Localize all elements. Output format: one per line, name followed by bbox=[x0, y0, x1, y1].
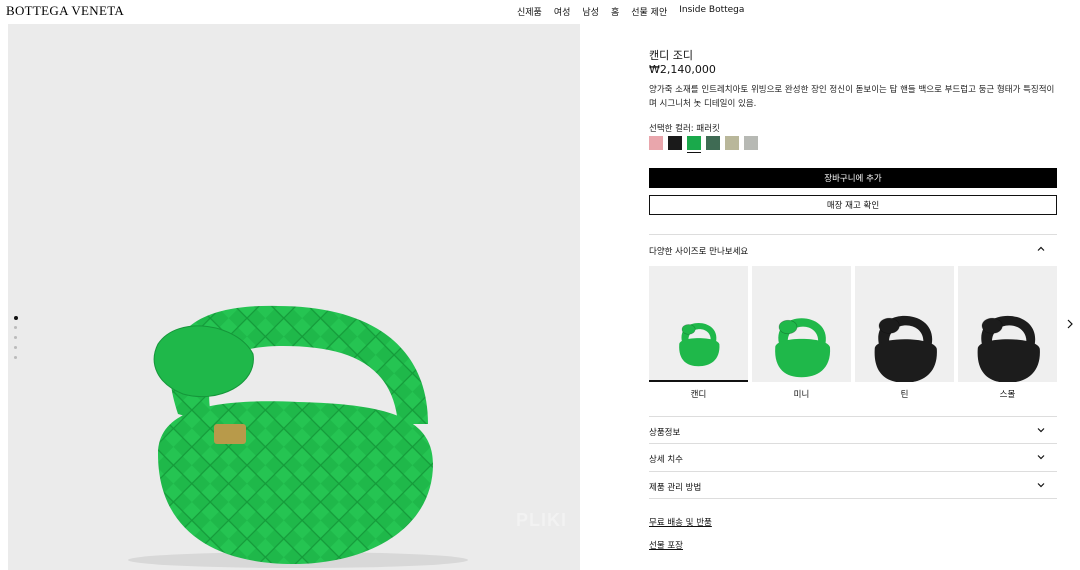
accordion-dimensions[interactable]: 상세 치수 bbox=[649, 451, 1057, 467]
divider bbox=[649, 234, 1057, 235]
nav-new-arrivals[interactable]: 신제품 bbox=[517, 5, 542, 18]
gallery-dots bbox=[14, 316, 18, 366]
size-thumbnail bbox=[649, 266, 748, 382]
gallery-dot[interactable] bbox=[14, 356, 17, 359]
size-label: 캔디 bbox=[690, 390, 707, 400]
chevron-down-icon bbox=[1037, 483, 1045, 488]
product-title: 캔디 조디 bbox=[649, 49, 693, 62]
brand-logo[interactable]: BOTTEGA VENETA bbox=[6, 3, 124, 19]
bag-thumbnail-image bbox=[775, 318, 831, 378]
chevron-up-icon bbox=[1037, 246, 1045, 251]
check-store-stock-button[interactable]: 매장 재고 확인 bbox=[649, 195, 1057, 215]
accordion-product-info[interactable]: 상품정보 bbox=[649, 424, 1057, 440]
size-thumbnail bbox=[958, 266, 1057, 382]
sizes-accordion-header[interactable]: 다양한 사이즈로 만나보세요 bbox=[649, 243, 1057, 259]
color-swatch-grey[interactable] bbox=[744, 136, 758, 150]
green-woven-handbag-image bbox=[128, 305, 468, 568]
size-label: 미니 bbox=[793, 390, 810, 400]
chevron-down-icon bbox=[1037, 455, 1045, 460]
color-swatch-black[interactable] bbox=[668, 136, 682, 150]
main-nav: 신제품 여성 남성 홈 선물 제안 Inside Bottega bbox=[517, 5, 744, 18]
add-to-cart-button[interactable]: 장바구니에 추가 bbox=[649, 168, 1057, 188]
free-shipping-link[interactable]: 무료 배송 및 반품 bbox=[649, 516, 712, 528]
size-label: 스몰 bbox=[999, 390, 1016, 400]
watermark: PLIKI bbox=[516, 510, 568, 530]
size-option-teen[interactable]: 틴 bbox=[855, 266, 954, 406]
nav-inside-bottega[interactable]: Inside Bottega bbox=[679, 5, 744, 18]
bag-thumbnail-image bbox=[977, 315, 1040, 382]
size-option-mini[interactable]: 미니 bbox=[752, 266, 851, 406]
nav-home[interactable]: 홈 bbox=[611, 5, 619, 18]
nav-gifts[interactable]: 선물 제안 bbox=[631, 5, 667, 18]
size-thumbnail bbox=[855, 266, 954, 382]
gallery-dot[interactable] bbox=[14, 346, 17, 349]
size-options: 캔디 미니 틴 스몰 bbox=[649, 266, 1057, 406]
accordion-label: 상세 치수 bbox=[649, 455, 683, 465]
accordion-care[interactable]: 제품 관리 방법 bbox=[649, 479, 1057, 495]
size-option-small[interactable]: 스몰 bbox=[958, 266, 1057, 406]
gallery-dot[interactable] bbox=[14, 326, 17, 329]
accordion-label: 상품정보 bbox=[649, 428, 681, 438]
divider bbox=[649, 416, 1057, 417]
size-option-candy[interactable]: 캔디 bbox=[649, 266, 748, 406]
gallery-dot[interactable] bbox=[14, 336, 17, 339]
selected-color-label: 선택한 컬러: 패러킷 bbox=[649, 124, 720, 134]
sizes-accordion-label: 다양한 사이즈로 만나보세요 bbox=[649, 247, 749, 257]
product-description: 양가죽 소재를 인트레치아토 위빙으로 완성한 장인 정신이 돋보이는 탑 핸들… bbox=[649, 85, 1055, 109]
gallery-dot[interactable] bbox=[14, 316, 18, 320]
top-bar: BOTTEGA VENETA 신제품 여성 남성 홈 선물 제안 Inside … bbox=[0, 0, 1080, 22]
gift-wrap-link[interactable]: 선물 포장 bbox=[649, 539, 683, 551]
chevron-right-icon[interactable] bbox=[1065, 318, 1075, 330]
chevron-down-icon bbox=[1037, 428, 1045, 433]
accordion-label: 제품 관리 방법 bbox=[649, 483, 702, 493]
divider bbox=[649, 471, 1057, 472]
divider bbox=[649, 498, 1057, 499]
color-swatches bbox=[649, 136, 758, 153]
color-swatch-khaki[interactable] bbox=[725, 136, 739, 150]
divider bbox=[649, 443, 1057, 444]
color-swatch-dark-green[interactable] bbox=[706, 136, 720, 150]
bag-thumbnail-image bbox=[679, 322, 720, 367]
bag-thumbnail-image bbox=[874, 315, 937, 382]
nav-men[interactable]: 남성 bbox=[582, 5, 599, 18]
color-swatch-parakeet[interactable] bbox=[687, 136, 701, 153]
product-hero-image[interactable]: PLIKI bbox=[8, 24, 580, 570]
product-price: ₩2,140,000 bbox=[649, 63, 716, 76]
size-thumbnail bbox=[752, 266, 851, 382]
color-swatch-pink[interactable] bbox=[649, 136, 663, 150]
nav-women[interactable]: 여성 bbox=[554, 5, 571, 18]
size-label: 틴 bbox=[900, 390, 909, 400]
